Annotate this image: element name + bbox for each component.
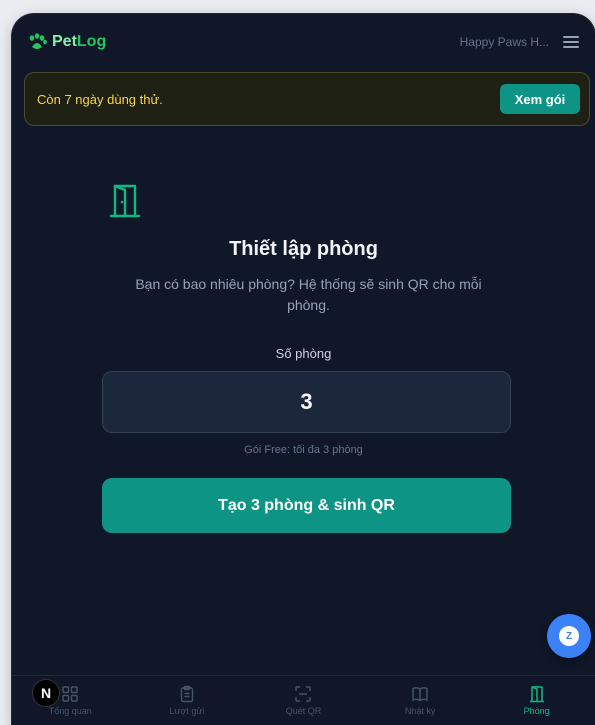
nav-label: Nhật ký [404,706,436,716]
page-title: Thiết lập phòng [229,238,378,260]
nav-item-rooms[interactable]: Phòng [492,685,582,716]
nav-label: Lượt gửi [169,706,205,716]
chat-icon: Z [559,626,579,646]
trial-banner: Còn 7 ngày dùng thử. Xem gói [24,72,590,126]
nav-item-submissions[interactable]: Lượt gửi [142,685,232,716]
door-icon [108,182,142,223]
logo[interactable]: PetLog [28,33,106,51]
room-count-input[interactable] [102,371,511,433]
chat-button[interactable]: Z [547,614,591,658]
top-bar: PetLog Happy Paws H... [12,14,595,70]
scan-icon [295,686,312,702]
room-count-label: Số phòng [275,346,332,361]
paw-icon [29,33,47,49]
top-right: Happy Paws H... [460,35,579,49]
nav-item-scan-qr[interactable]: Quét QR [258,685,348,716]
app-frame: PetLog Happy Paws H... Còn 7 ngày dùng t… [12,14,595,725]
bottom-nav: Tổng quan Lượt gửi Quét QR Nhật ký Phòng [12,675,595,725]
book-icon [412,687,428,702]
hamburger-menu-icon[interactable] [563,36,579,48]
logo-text: PetLog [52,33,107,50]
nav-item-logbook[interactable]: Nhật ký [375,685,465,716]
page-subtitle: Bạn có bao nhiêu phòng? Hệ thống sẽ sinh… [135,276,482,313]
plan-limit-hint: Gói Free: tối đa 3 phòng [244,444,363,456]
nav-label: Quét QR [285,706,322,716]
door-icon [529,686,544,703]
clipboard-icon [180,685,194,703]
clinic-name[interactable]: Happy Paws H... [460,35,549,49]
nav-label: Tổng quan [48,706,92,716]
view-plans-button[interactable]: Xem gói [500,84,580,114]
nav-label: Phòng [523,706,550,716]
create-rooms-button[interactable]: Tạo 3 phòng & sinh QR [102,478,511,533]
dev-badge[interactable]: N [32,679,60,707]
trial-text: Còn 7 ngày dùng thử. [37,91,163,107]
grid-icon [62,686,78,702]
